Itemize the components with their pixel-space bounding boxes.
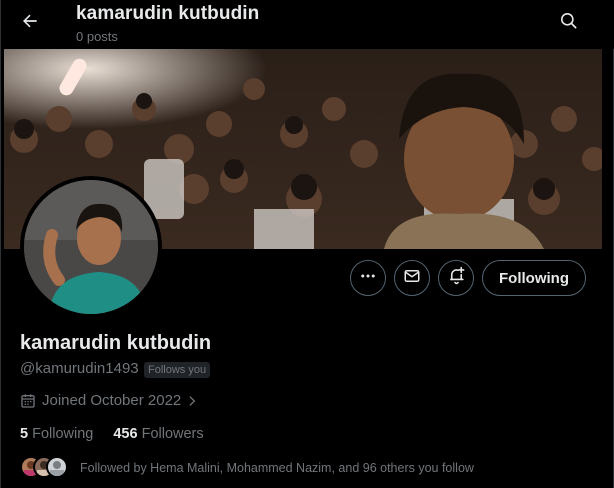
profile-header: kamarudin kutbudin 0 posts <box>1 0 614 49</box>
more-icon <box>359 267 377 290</box>
message-button[interactable] <box>394 260 430 296</box>
mail-icon <box>403 267 421 290</box>
followed-by-text: Followed by Hema Malini, Mohammed Nazim,… <box>80 461 474 475</box>
followers-link[interactable]: 456 Followers <box>113 426 203 442</box>
following-label: Following <box>32 426 94 442</box>
calendar-icon <box>20 393 36 409</box>
profile-display-name: kamarudin kutbudin <box>20 332 212 354</box>
follows-you-badge: Follows you <box>144 362 211 378</box>
notify-button[interactable] <box>438 260 474 296</box>
profile-page: kamarudin kutbudin 0 posts Following kam… <box>0 0 614 488</box>
followers-count: 456 <box>113 426 138 442</box>
followed-by[interactable]: Followed by Hema Malini, Mohammed Nazim,… <box>20 456 474 480</box>
more-button[interactable] <box>350 260 386 296</box>
search-icon <box>559 11 578 35</box>
back-button[interactable] <box>13 6 47 40</box>
mutual-avatars <box>20 456 70 480</box>
following-count: 5 <box>20 426 29 442</box>
posts-count: 0 posts <box>76 29 118 44</box>
profile-handle: @kamurudin1493 <box>20 360 139 377</box>
chevron-right-icon <box>185 394 199 408</box>
joined-date[interactable]: Joined October 2022 <box>20 392 199 409</box>
avatar-image <box>24 180 158 314</box>
search-button[interactable] <box>551 6 585 40</box>
profile-avatar[interactable] <box>20 176 162 318</box>
arrow-left-icon <box>20 11 40 36</box>
followers-label: Followers <box>141 426 204 442</box>
mutual-avatar <box>46 456 68 478</box>
joined-text: Joined October 2022 <box>42 392 182 409</box>
following-button[interactable]: Following <box>482 260 586 296</box>
header-title: kamarudin kutbudin <box>76 3 260 24</box>
following-link[interactable]: 5 Following <box>20 426 93 442</box>
follow-stats: 5 Following 456 Followers <box>20 426 224 442</box>
bell-plus-icon <box>447 266 466 290</box>
